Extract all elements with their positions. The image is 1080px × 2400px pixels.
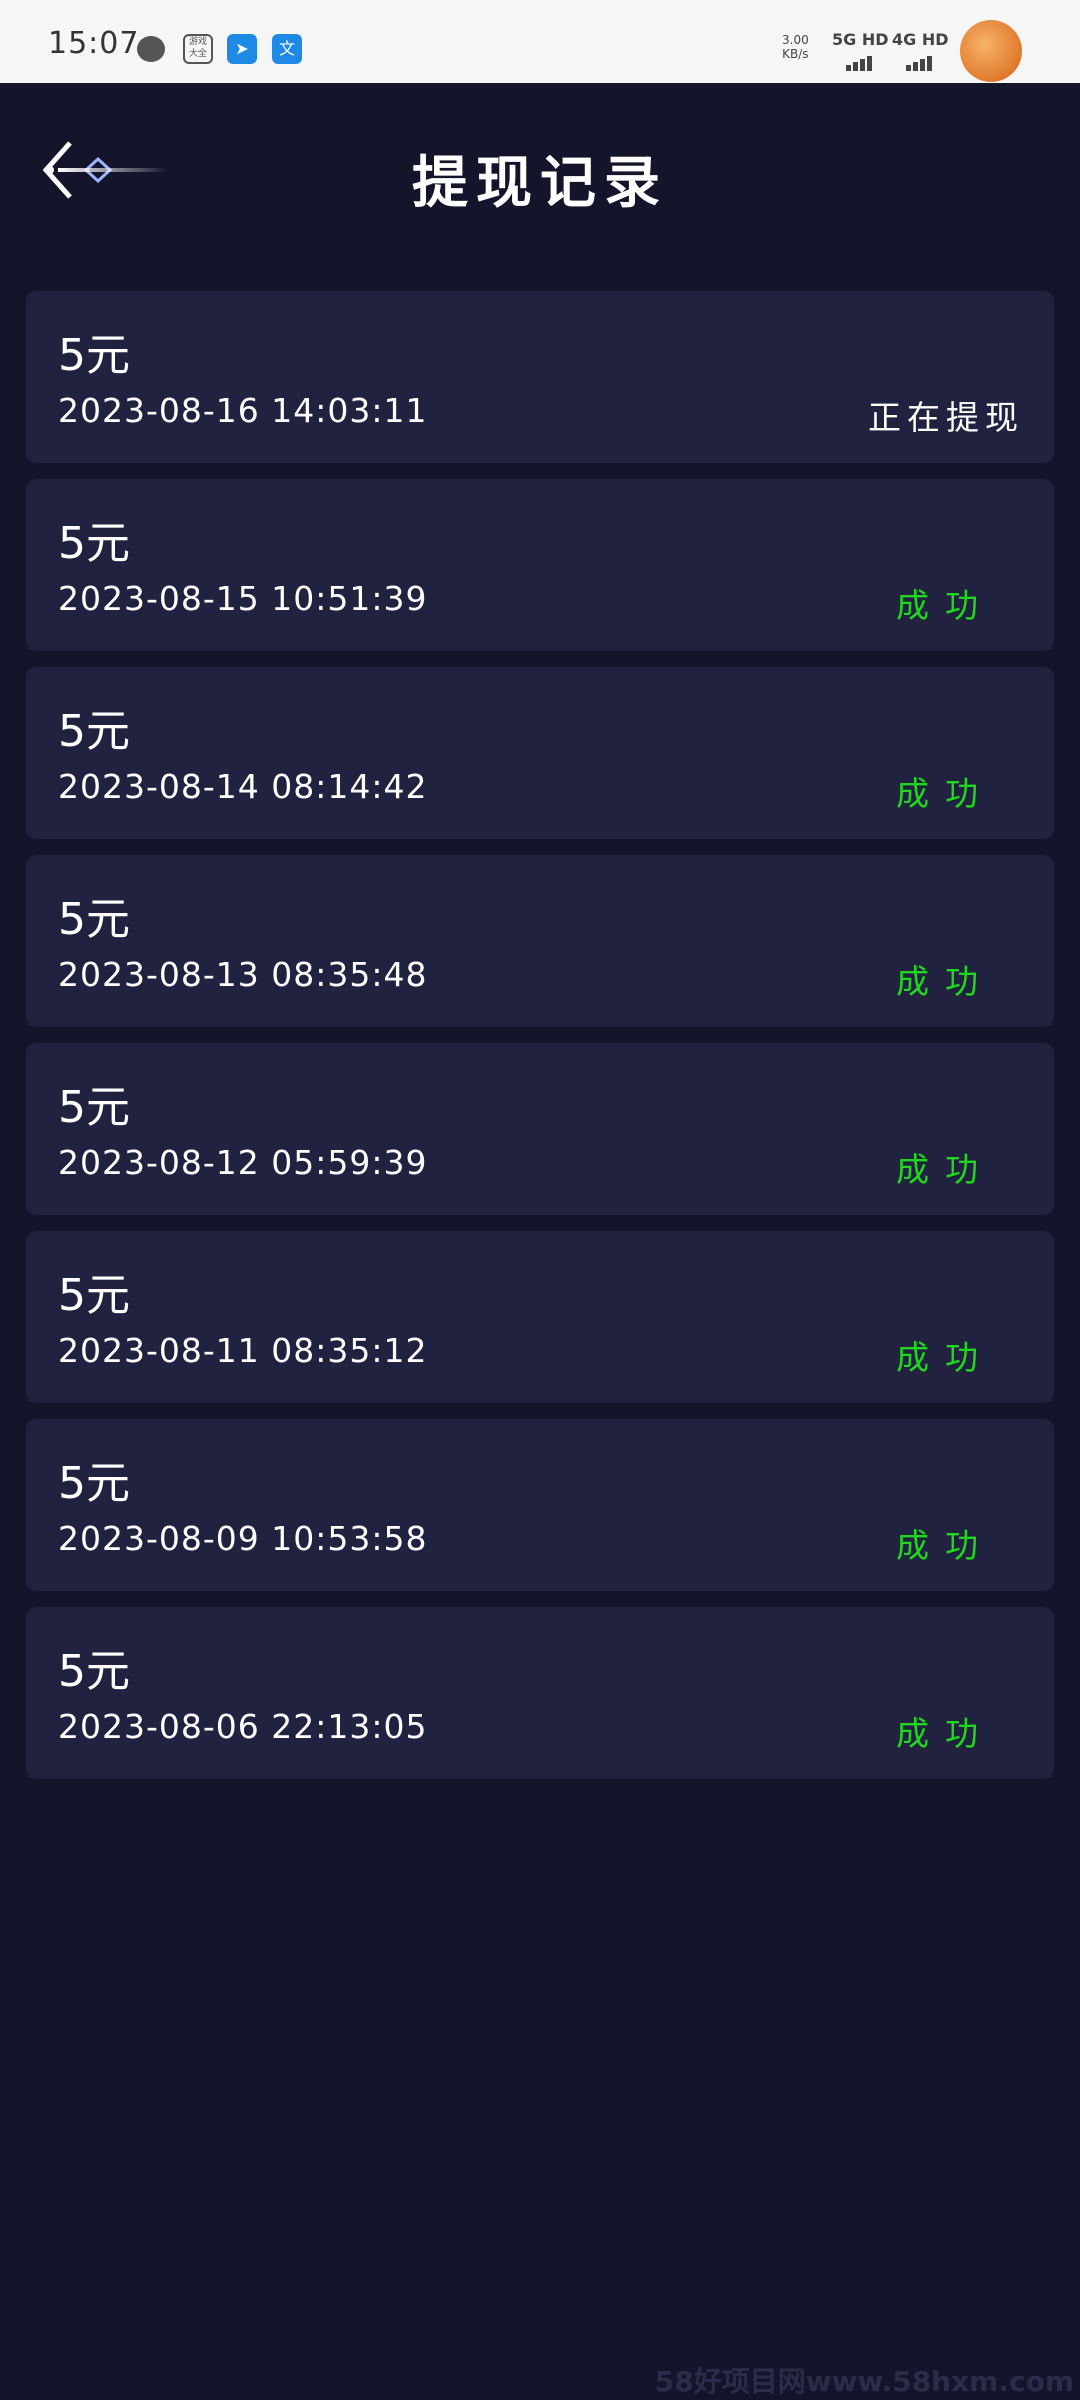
network-label-5g: 5G HD xyxy=(832,30,889,49)
record-status: 成功 xyxy=(896,1714,994,1753)
signal-icon xyxy=(906,52,934,71)
record-status: 成功 xyxy=(896,1338,994,1377)
record-status: 成功 xyxy=(896,774,994,813)
blue-app-icon: ➤ xyxy=(227,34,257,64)
record-status: 成功 xyxy=(896,1526,994,1565)
status-bar: 15:07 游戏 大全 ➤ 文 3.00 KB/s 5G HD 4G HD xyxy=(0,0,1080,83)
record-amount: 5元 xyxy=(58,1270,130,1321)
page-title: 提现记录 xyxy=(412,151,668,216)
record-time: 2023-08-14 08:14:42 xyxy=(58,767,428,806)
speed-value: 3.00 xyxy=(782,33,809,47)
list-item[interactable]: 5元 2023-08-12 05:59:39 成功 xyxy=(26,1043,1054,1215)
record-status: 正在提现 xyxy=(868,398,1024,437)
record-amount: 5元 xyxy=(58,518,130,569)
translate-icon: 文 xyxy=(272,34,302,64)
withdraw-record-list: 5元 2023-08-16 14:03:11 正在提现 5元 2023-08-1… xyxy=(26,291,1054,1795)
record-status: 成功 xyxy=(896,962,994,1001)
record-amount: 5元 xyxy=(58,330,130,381)
record-time: 2023-08-06 22:13:05 xyxy=(58,1707,428,1746)
watermark: 58好项目网www.58hxm.com xyxy=(654,2365,1074,2398)
network-label-4g: 4G HD xyxy=(892,30,949,49)
list-item[interactable]: 5元 2023-08-14 08:14:42 成功 xyxy=(26,667,1054,839)
list-item[interactable]: 5元 2023-08-13 08:35:48 成功 xyxy=(26,855,1054,1027)
record-time: 2023-08-16 14:03:11 xyxy=(58,391,428,430)
signal-icon xyxy=(846,52,874,71)
message-icon xyxy=(137,36,165,62)
record-time: 2023-08-12 05:59:39 xyxy=(58,1143,428,1182)
list-item[interactable]: 5元 2023-08-15 10:51:39 成功 xyxy=(26,479,1054,651)
list-item[interactable]: 5元 2023-08-09 10:53:58 成功 xyxy=(26,1419,1054,1591)
list-item[interactable]: 5元 2023-08-06 22:13:05 成功 xyxy=(26,1607,1054,1779)
clock: 15:07 xyxy=(48,26,140,61)
record-status: 成功 xyxy=(896,1150,994,1189)
avatar xyxy=(960,20,1022,82)
record-amount: 5元 xyxy=(58,1646,130,1697)
record-amount: 5元 xyxy=(58,706,130,757)
speed-unit: KB/s xyxy=(782,47,809,61)
record-time: 2023-08-15 10:51:39 xyxy=(58,579,428,618)
game-box-icon: 游戏 大全 xyxy=(183,34,213,64)
record-amount: 5元 xyxy=(58,894,130,945)
record-time: 2023-08-11 08:35:12 xyxy=(58,1331,428,1370)
record-amount: 5元 xyxy=(58,1458,130,1509)
record-status: 成功 xyxy=(896,586,994,625)
network-speed: 3.00 KB/s xyxy=(782,33,809,61)
record-time: 2023-08-09 10:53:58 xyxy=(58,1519,428,1558)
list-item[interactable]: 5元 2023-08-16 14:03:11 正在提现 xyxy=(26,291,1054,463)
record-time: 2023-08-13 08:35:48 xyxy=(58,955,428,994)
record-amount: 5元 xyxy=(58,1082,130,1133)
list-item[interactable]: 5元 2023-08-11 08:35:12 成功 xyxy=(26,1231,1054,1403)
